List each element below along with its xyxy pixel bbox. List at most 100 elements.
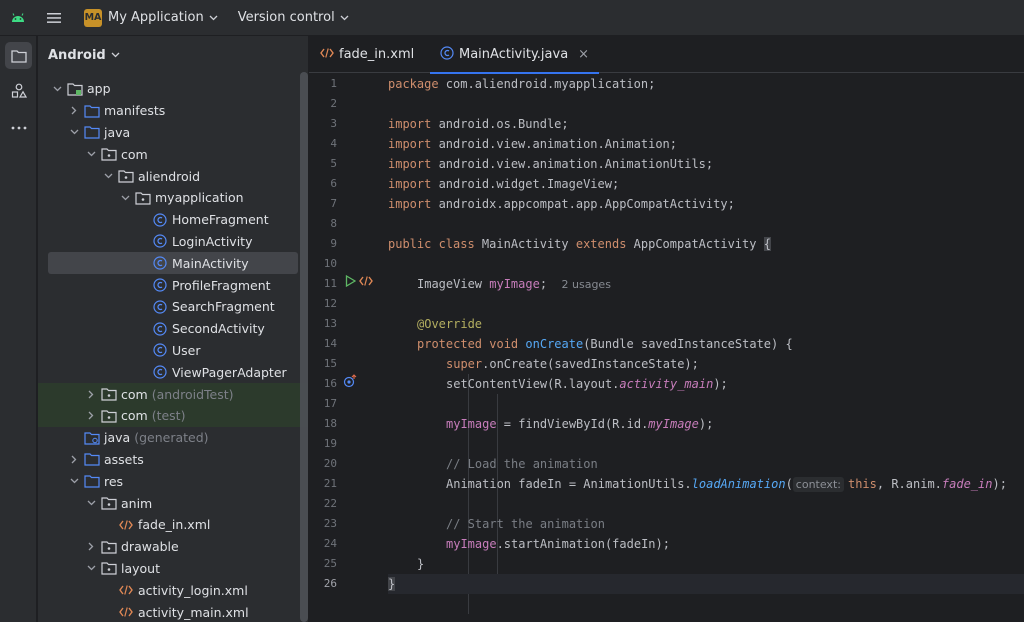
tree-item-secondactivity[interactable]: SecondActivity: [38, 318, 300, 340]
main-menu-button[interactable]: [40, 4, 68, 32]
tree-item-searchfragment[interactable]: SearchFragment: [38, 296, 300, 318]
line-number: 19: [323, 437, 337, 450]
project-view-label: Android: [48, 47, 106, 63]
tab-label: fade_in.xml: [339, 47, 415, 62]
override-method-icon[interactable]: [343, 374, 357, 388]
tree-item-aliendroid[interactable]: aliendroid: [38, 165, 300, 187]
tree-item-assets[interactable]: assets: [38, 449, 300, 471]
line-number: 21: [323, 477, 337, 490]
tree-item-label: app: [87, 81, 111, 97]
code-line-6: import android.widget.ImageView;: [388, 177, 620, 191]
tree-item-mainactivity[interactable]: MainActivity: [48, 252, 298, 275]
chevron-right-icon[interactable]: [67, 104, 81, 118]
chevron-down-icon[interactable]: [118, 191, 132, 205]
line-number: 26: [323, 577, 337, 590]
tool-window-strip: [0, 36, 37, 622]
chevron-down-icon[interactable]: [50, 82, 64, 96]
package-icon: [101, 560, 117, 576]
folder-icon: [84, 451, 100, 467]
tree-item-myapplication[interactable]: myapplication: [38, 187, 300, 209]
chevron-down-icon[interactable]: [67, 125, 81, 139]
line-number: 15: [323, 357, 337, 370]
code-line-25: }: [417, 557, 425, 571]
tree-item-com[interactable]: com: [38, 143, 300, 165]
project-view-selector[interactable]: Android: [48, 46, 120, 64]
tab-fade-in-xml[interactable]: fade_in.xml: [320, 36, 414, 73]
close-tab-icon[interactable]: ×: [578, 47, 589, 62]
code-editor[interactable]: package com.aliendroid.myapplication; im…: [388, 74, 1024, 622]
folder-icon: [84, 473, 100, 489]
xml-icon: [118, 604, 134, 620]
editor-tabs: fade_in.xml MainActivity.java ×: [309, 36, 1024, 74]
chevron-down-icon[interactable]: [67, 474, 81, 488]
tree-item-anim[interactable]: anim: [38, 492, 300, 514]
project-switcher[interactable]: MA My Application: [78, 5, 224, 31]
tab-mainactivity-java[interactable]: MainActivity.java ×: [430, 36, 600, 74]
tree-item-label: layout: [121, 560, 161, 576]
line-number: 25: [323, 557, 337, 570]
code-line-14: protected void onCreate(Bundle savedInst…: [417, 337, 793, 351]
parameter-hint: context:: [792, 477, 844, 492]
tree-item-activity-main-xml[interactable]: activity_main.xml: [38, 601, 300, 622]
more-tools-button[interactable]: [5, 114, 32, 141]
chevron-right-icon[interactable]: [84, 540, 98, 554]
project-tool-button[interactable]: [5, 42, 32, 69]
chevron-down-icon[interactable]: [101, 169, 115, 183]
chevron-down-icon[interactable]: [84, 147, 98, 161]
line-number: 11: [323, 277, 337, 290]
tab-label: MainActivity.java: [459, 47, 569, 62]
tree-item-layout[interactable]: layout: [38, 558, 300, 580]
tree-item-viewpageradapter[interactable]: ViewPagerAdapter: [38, 361, 300, 383]
package-icon: [101, 539, 117, 555]
chevron-right-icon[interactable]: [67, 452, 81, 466]
tree-item-label: com: [121, 408, 148, 424]
android-studio-logo-icon: [0, 0, 36, 36]
run-icon[interactable]: [344, 275, 356, 287]
layout-xml-icon[interactable]: [359, 275, 373, 287]
code-line-16: setContentView(R.layout.activity_main);: [446, 377, 728, 391]
tree-item-java-generated[interactable]: java (generated): [38, 427, 300, 449]
usages-hint[interactable]: 2 usages: [562, 278, 611, 291]
tree-item-label: MainActivity: [172, 255, 249, 271]
line-number: 9: [330, 237, 337, 250]
matched-brace: {: [763, 237, 771, 251]
class-icon: [152, 277, 168, 293]
code-line-1: package com.aliendroid.myapplication;: [388, 77, 656, 91]
line-number: 23: [323, 517, 337, 530]
chevron-down-icon[interactable]: [84, 561, 98, 575]
tree-item-com-androidtest[interactable]: com (androidTest): [38, 383, 308, 405]
tree-item-manifests[interactable]: manifests: [38, 100, 300, 122]
tree-item-label: manifests: [104, 103, 166, 119]
tree-item-drawable[interactable]: drawable: [38, 536, 300, 558]
tree-item-label: activity_login.xml: [138, 582, 248, 598]
tree-item-activity-login-xml[interactable]: activity_login.xml: [38, 579, 300, 601]
tree-item-com-test[interactable]: com (test): [38, 405, 308, 427]
tree-item-homefragment[interactable]: HomeFragment: [38, 209, 300, 231]
tree-item-label: HomeFragment: [172, 212, 269, 228]
tree-item-res[interactable]: res: [38, 470, 300, 492]
version-control-menu[interactable]: Version control: [232, 5, 355, 31]
tree-item-loginactivity[interactable]: LoginActivity: [38, 231, 300, 253]
tree-item-user[interactable]: User: [38, 340, 300, 362]
tree-item-fade-in-xml[interactable]: fade_in.xml: [38, 514, 300, 536]
project-scrollbar[interactable]: [300, 72, 308, 622]
tree-item-label: myapplication: [155, 190, 244, 206]
chevron-right-icon[interactable]: [84, 409, 98, 423]
package-icon: [101, 146, 117, 162]
tree-item-app[interactable]: app: [38, 78, 300, 100]
project-name: My Application: [108, 10, 204, 25]
resource-manager-button[interactable]: [5, 77, 32, 104]
title-bar: MA My Application Version control: [0, 0, 1024, 36]
tree-item-java[interactable]: java: [38, 122, 300, 144]
chevron-right-icon[interactable]: [84, 387, 98, 401]
chevron-down-icon[interactable]: [84, 496, 98, 510]
tree-item-profilefragment[interactable]: ProfileFragment: [38, 274, 300, 296]
tree-item-label: SearchFragment: [172, 299, 275, 315]
editor-gutter: 1 2 3 4 5 6 7 8 9 10 11 12 13 14 15 16 17 18 19 20 21 22 23 24 2…: [309, 74, 387, 622]
package-icon: [101, 408, 117, 424]
editor-area: fade_in.xml MainActivity.java × 12345678…: [309, 36, 1024, 622]
